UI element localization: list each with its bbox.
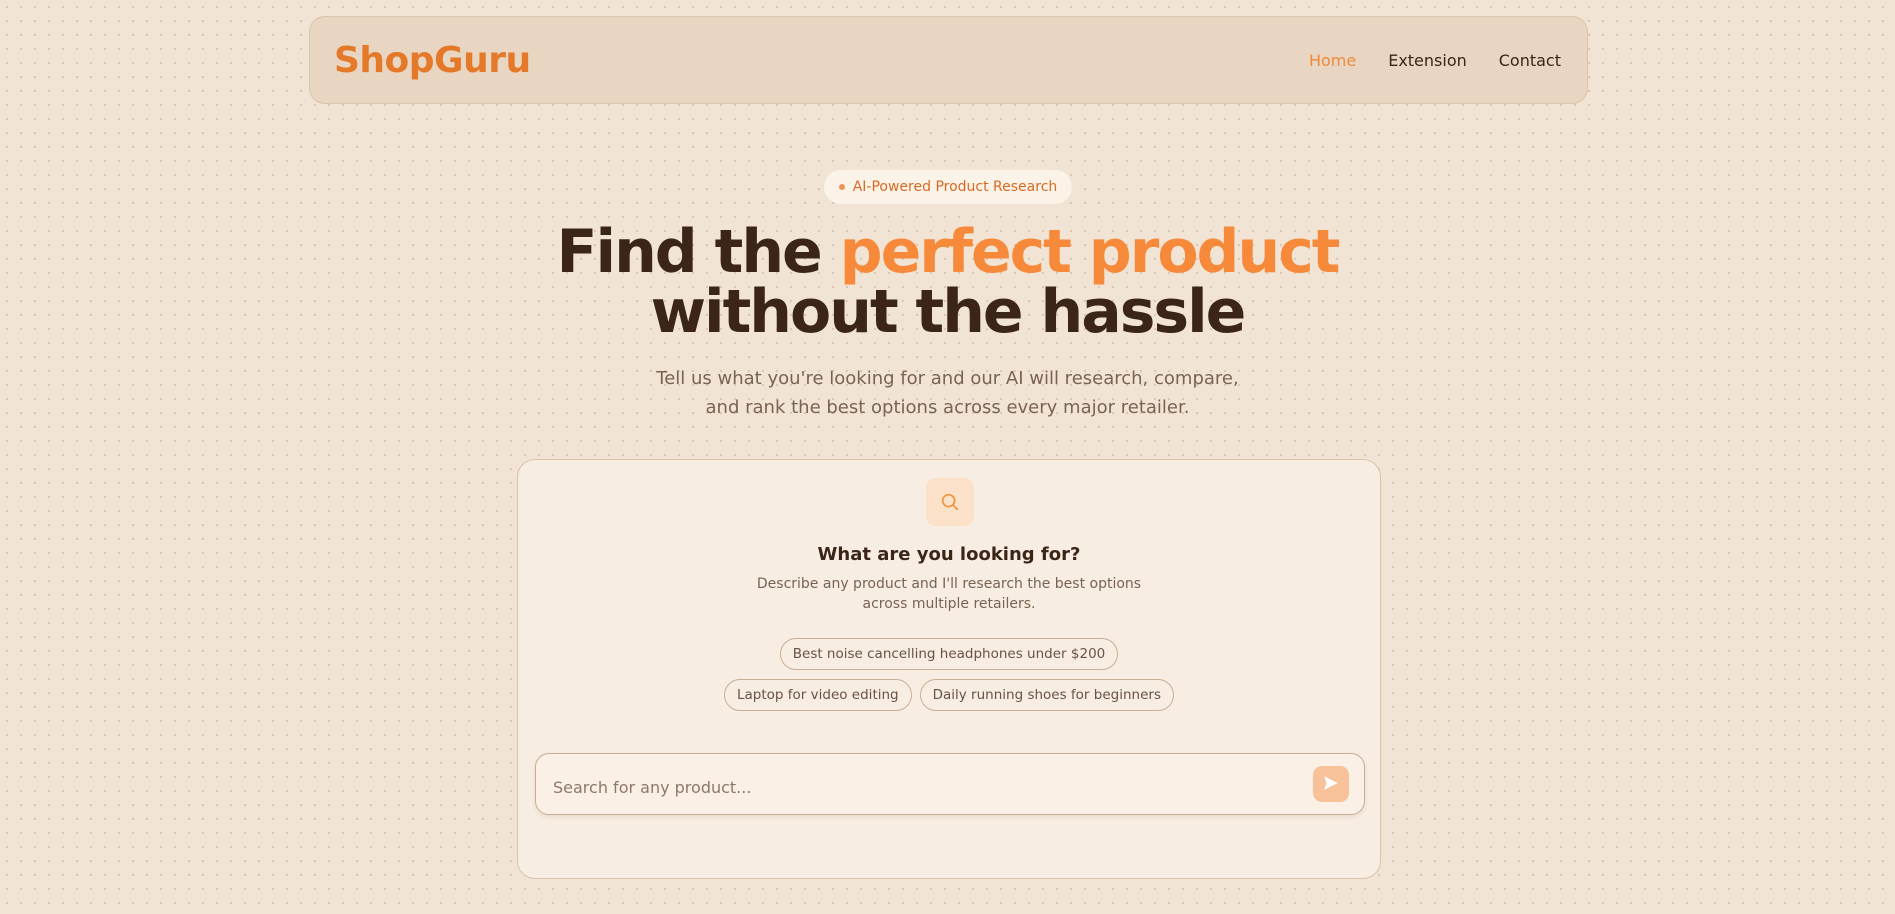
brand-logo[interactable]: ShopGuru <box>334 40 531 81</box>
main-nav: Home Extension Contact <box>1309 51 1561 70</box>
hero-subtitle-line1: Tell us what you're looking for and our … <box>656 368 1239 389</box>
nav-home[interactable]: Home <box>1309 51 1356 70</box>
hero-title: Find the perfect product without the has… <box>0 222 1895 342</box>
search-card: What are you looking for? Describe any p… <box>517 459 1381 879</box>
nav-contact[interactable]: Contact <box>1499 51 1561 70</box>
hero-subtitle: Tell us what you're looking for and our … <box>0 364 1895 422</box>
suggestion-chip[interactable]: Best noise cancelling headphones under $… <box>779 638 1119 670</box>
suggestion-chip[interactable]: Daily running shoes for beginners <box>919 679 1174 711</box>
navbar: ShopGuru Home Extension Contact <box>309 16 1588 104</box>
suggestion-row-2: Laptop for video editing Daily running s… <box>518 679 1380 711</box>
card-title: What are you looking for? <box>817 544 1081 565</box>
card-description-line2: across multiple retailers. <box>862 596 1036 612</box>
nav-extension[interactable]: Extension <box>1388 51 1467 70</box>
send-button[interactable] <box>1313 766 1349 802</box>
suggestion-chip[interactable]: Laptop for video editing <box>724 679 912 711</box>
hero-badge: AI-Powered Product Research <box>824 170 1072 204</box>
search-icon <box>926 478 974 526</box>
card-description: Describe any product and I'll research t… <box>518 574 1380 614</box>
search-bar <box>535 753 1365 815</box>
hero-subtitle-line2: and rank the best options across every m… <box>705 397 1190 418</box>
hero-badge-label: AI-Powered Product Research <box>852 179 1058 195</box>
suggestion-row-1: Best noise cancelling headphones under $… <box>518 638 1380 670</box>
hero-title-line2: without the hassle <box>650 277 1247 347</box>
search-input[interactable] <box>551 772 1295 802</box>
card-description-line1: Describe any product and I'll research t… <box>756 576 1142 592</box>
badge-dot-icon <box>838 184 845 190</box>
send-icon <box>1322 774 1340 795</box>
